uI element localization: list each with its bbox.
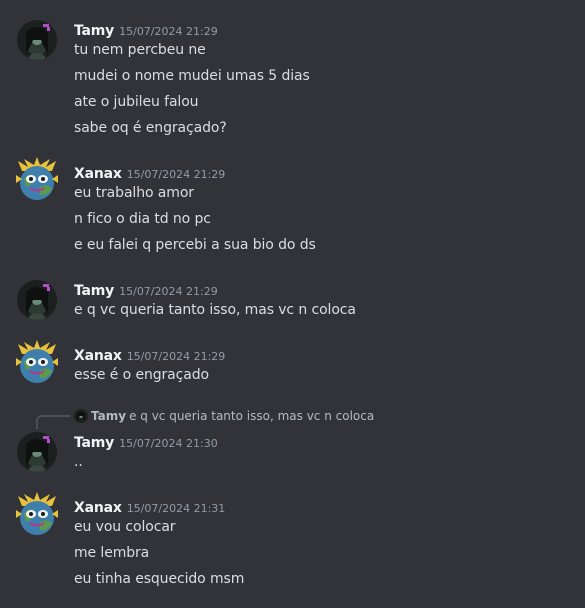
message-header: Xanax 15/07/2024 21:31 [74,497,226,516]
avatar[interactable] [14,157,60,203]
message-text: eu vou colocar [74,519,176,535]
message-text: eu tinha esquecido msm [74,571,245,587]
username[interactable]: Xanax [74,348,122,364]
username[interactable]: Xanax [74,500,122,516]
avatar[interactable] [17,280,57,320]
timestamp: 15/07/2024 21:30 [119,437,218,450]
timestamp: 15/07/2024 21:29 [126,350,226,363]
avatar[interactable] [14,492,60,538]
message-header: Tamy 15/07/2024 21:30 [74,432,218,451]
username[interactable]: Tamy [74,283,114,299]
message-text: ate o jubileu falou [74,94,199,110]
reply-text: e q vc queria tanto isso, mas vc n coloc… [129,409,375,423]
avatar-image [17,280,57,320]
message-header: Xanax 15/07/2024 21:29 [74,163,226,182]
message-text: e eu falei q percebi a sua bio do ds [74,237,316,253]
reply-avatar [74,409,88,423]
username[interactable]: Xanax [74,166,122,182]
reply-avatar-image [74,409,88,423]
message-header: Xanax 15/07/2024 21:29 [74,345,226,364]
chat-message-list: Tamy 15/07/2024 21:29 tu nem percbeu ne m… [0,0,585,608]
message-text: sabe oq é engraçado? [74,120,227,136]
avatar-image [16,340,58,383]
timestamp: 15/07/2024 21:31 [126,502,226,515]
message-text: .. [74,454,83,470]
message-header: Tamy 15/07/2024 21:29 [74,20,218,39]
message-text: e q vc queria tanto isso, mas vc n coloc… [74,302,356,318]
avatar[interactable] [17,432,57,472]
message-header: Tamy 15/07/2024 21:29 [74,280,218,299]
message-text: n fico o dia td no pc [74,211,211,227]
avatar-image [16,492,58,535]
avatar-image [16,157,58,200]
username[interactable]: Tamy [74,435,114,451]
timestamp: 15/07/2024 21:29 [119,285,218,298]
message-text: esse é o engraçado [74,367,209,383]
reply-connector [36,415,70,429]
reply-preview[interactable]: Tamy e q vc queria tanto isso, mas vc n c… [74,409,374,427]
timestamp: 15/07/2024 21:29 [126,168,226,181]
avatar[interactable] [17,20,57,60]
message-text: mudei o nome mudei umas 5 dias [74,68,310,84]
message-text: me lembra [74,545,150,561]
avatar-image [17,432,57,472]
avatar[interactable] [14,340,60,386]
username[interactable]: Tamy [74,23,114,39]
message-text: eu trabalho amor [74,185,194,201]
avatar-image [17,20,57,60]
timestamp: 15/07/2024 21:29 [119,25,218,38]
reply-author[interactable]: Tamy [91,409,126,423]
message-text: tu nem percbeu ne [74,42,206,58]
